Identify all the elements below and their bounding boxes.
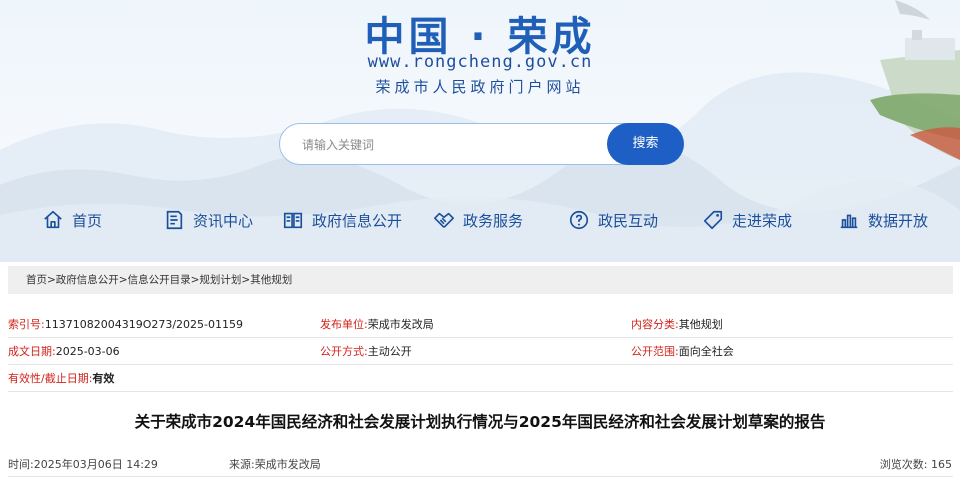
nav-item-label: 政民互动 (598, 211, 659, 230)
search-button[interactable]: 搜索 (607, 123, 684, 165)
nav-item-label: 走进荣成 (732, 211, 793, 230)
meta-publisher: 发布单位:荣成市发改局 (320, 318, 434, 332)
source-label: 来源: (229, 458, 255, 471)
tag-icon (703, 210, 723, 230)
article-title: 关于荣成市2024年国民经济和社会发展计划执行情况与2025年国民经济和社会发展… (134, 413, 826, 431)
nav-item-open-data[interactable]: 数据开放 (838, 206, 928, 234)
question-icon (569, 210, 589, 230)
meta-divider (8, 337, 953, 338)
nav-item-interaction[interactable]: 政民互动 (568, 206, 658, 234)
home-icon (44, 210, 62, 229)
time-label: 时间: (8, 458, 34, 471)
meta-label: 公开范围: (631, 345, 679, 358)
meta-label: 成文日期: (8, 345, 56, 358)
main-nav: 首页 资讯中心 政府信息公开 政务服务 政民互动 走进荣成 数据开放 (0, 206, 960, 234)
nav-item-news[interactable]: 资讯中心 (163, 206, 253, 234)
article-views: 浏览次数: 165 (880, 456, 952, 472)
time-value: 2025年03月06日 14:29 (33, 458, 158, 471)
nav-item-label: 政府信息公开 (312, 211, 403, 230)
meta-index-no: 索引号:11371082004319O273/2025-01159 (8, 318, 243, 332)
bar-chart-icon (840, 214, 858, 229)
breadcrumb: 首页>政府信息公开>信息公开目录>规划计划>其他规划 (8, 266, 953, 294)
meta-label: 发布单位: (320, 318, 368, 331)
meta-label: 有效性/截止日期: (8, 372, 93, 385)
meta-label: 内容分类: (631, 318, 679, 331)
search-bar: 搜索 (279, 123, 684, 165)
nav-item-label: 政务服务 (463, 211, 524, 230)
site-subtitle: 荣成市人民政府门户网站 (375, 78, 585, 96)
book-icon (283, 212, 303, 229)
meta-validity: 有效性/截止日期:有效 (8, 372, 114, 386)
views-label: 浏览次数: (879, 458, 928, 471)
breadcrumb-path[interactable]: 首页>政府信息公开>信息公开目录>规划计划>其他规划 (26, 274, 292, 286)
views-count: 165 (931, 458, 952, 471)
meta-category: 内容分类:其他规划 (631, 318, 723, 332)
nav-item-label: 资讯中心 (193, 211, 254, 230)
meta-value: 2025-03-06 (55, 345, 120, 358)
news-icon (166, 210, 183, 230)
meta-value: 11371082004319O273/2025-01159 (44, 318, 244, 331)
meta-label: 公开方式: (320, 345, 368, 358)
site-url: www.rongcheng.gov.cn (367, 52, 593, 72)
article-source: 来源:荣成市发改局 (229, 456, 321, 472)
info-divider (8, 476, 953, 477)
meta-value: 荣成市发改局 (367, 318, 434, 331)
nav-item-about[interactable]: 走进荣成 (702, 206, 792, 234)
article-time: 时间:2025年03月06日 14:29 (8, 456, 158, 472)
nav-item-label: 首页 (72, 211, 103, 230)
header-banner: 中国 · 荣成 www.rongcheng.gov.cn 荣成市人民政府门户网站… (0, 0, 960, 262)
meta-label: 索引号: (8, 318, 45, 331)
meta-divider (8, 364, 953, 365)
source-value: 荣成市发改局 (254, 458, 321, 471)
meta-value: 面向全社会 (678, 345, 734, 358)
meta-value: 主动公开 (367, 345, 412, 358)
meta-date: 成文日期:2025-03-06 (8, 345, 120, 359)
meta-scope: 公开范围:面向全社会 (631, 345, 734, 359)
meta-value: 其他规划 (678, 318, 723, 331)
nav-item-services[interactable]: 政务服务 (433, 206, 523, 234)
nav-item-home[interactable]: 首页 (42, 206, 102, 234)
meta-value: 有效 (92, 372, 115, 385)
meta-divider (8, 391, 953, 392)
nav-item-label: 数据开放 (868, 211, 929, 230)
nav-item-gov-info[interactable]: 政府信息公开 (282, 206, 402, 234)
meta-method: 公开方式:主动公开 (320, 345, 412, 359)
handshake-icon (434, 212, 454, 228)
search-input[interactable] (302, 135, 602, 155)
